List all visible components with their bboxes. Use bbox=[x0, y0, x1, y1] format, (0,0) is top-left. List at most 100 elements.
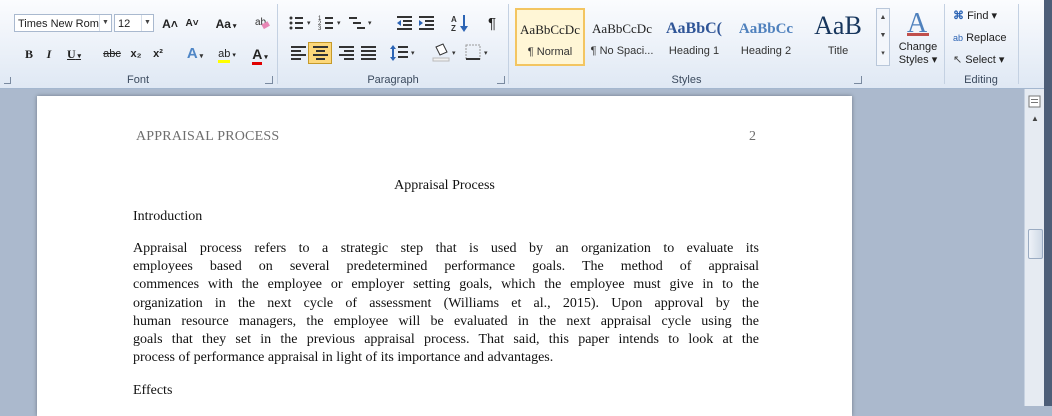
font-size-combo[interactable]: 12 ▼ bbox=[114, 14, 154, 32]
decrease-indent-icon[interactable] bbox=[396, 14, 414, 32]
bullets-icon[interactable]: ▾ bbox=[288, 14, 314, 32]
italic-button[interactable]: I bbox=[40, 43, 58, 63]
font-color-icon: A bbox=[252, 46, 263, 65]
style-preview: AaB bbox=[814, 11, 862, 40]
heading-effects: Effects bbox=[133, 383, 173, 398]
clear-formatting-button[interactable]: ab bbox=[252, 13, 272, 33]
document-title: Appraisal Process bbox=[394, 178, 495, 193]
svg-text:▾: ▾ bbox=[307, 20, 311, 27]
font-group-label: Font bbox=[126, 74, 149, 86]
sort-icon[interactable]: AZ bbox=[450, 13, 470, 33]
binoculars-icon: ⌘ bbox=[953, 10, 964, 22]
font-name-value: Times New Rom bbox=[18, 18, 99, 30]
highlight-button[interactable]: ab ▾ bbox=[212, 43, 242, 63]
style-name: Heading 2 bbox=[740, 45, 792, 57]
show-formatting-button[interactable]: ¶ bbox=[482, 13, 502, 33]
font-name-combo[interactable]: Times New Rom ▼ bbox=[14, 14, 112, 32]
svg-text:3: 3 bbox=[318, 26, 322, 32]
vertical-scrollbar[interactable]: ▲ bbox=[1024, 89, 1045, 406]
shading-icon[interactable]: ▾ bbox=[432, 43, 460, 63]
text-effects-icon: A bbox=[186, 45, 198, 62]
style-name: ¶ No Spaci... bbox=[590, 45, 654, 57]
underline-button[interactable]: U ▾ bbox=[60, 43, 88, 63]
chevron-up-icon[interactable]: ▲ bbox=[877, 9, 889, 27]
line-spacing-icon[interactable]: ▾ bbox=[390, 44, 418, 62]
paragraph-line: goals that they set in the previous appr… bbox=[133, 332, 759, 348]
scroll-up-arrow[interactable]: ▲ bbox=[1029, 113, 1041, 125]
more-styles-icon[interactable]: ▾ bbox=[877, 45, 889, 63]
increase-indent-icon[interactable] bbox=[418, 14, 436, 32]
running-header: APPRAISAL PROCESS bbox=[136, 129, 280, 144]
paragraph-line: human resource managers, the employee wi… bbox=[133, 313, 759, 329]
style-no-spacing[interactable]: AaBbCcDc ¶ No Spaci... bbox=[587, 8, 657, 66]
scrollbar-thumb[interactable] bbox=[1028, 229, 1043, 259]
superscript-button[interactable]: x² bbox=[148, 43, 168, 63]
svg-text:▾: ▾ bbox=[484, 50, 488, 57]
page-number: 2 bbox=[749, 129, 756, 144]
chevron-down-icon[interactable]: ▼ bbox=[99, 15, 111, 31]
align-right-icon[interactable] bbox=[338, 45, 356, 61]
document-page[interactable]: APPRAISAL PROCESS 2 Appraisal Process In… bbox=[37, 96, 852, 416]
style-normal[interactable]: AaBbCcDc ¶ Normal bbox=[515, 8, 585, 66]
style-preview: AaBbC( bbox=[665, 20, 722, 37]
chevron-down-icon[interactable]: ▼ bbox=[877, 27, 889, 45]
select-button[interactable]: ↖ Select ▾ bbox=[953, 52, 1004, 68]
shrink-font-button[interactable]: A˅ bbox=[182, 13, 202, 33]
bold-button[interactable]: B bbox=[20, 43, 38, 63]
paragraph-line: employees based on several predetermined… bbox=[133, 259, 759, 275]
highlight-icon: ab bbox=[218, 48, 231, 63]
subscript-button[interactable]: x₂ bbox=[126, 43, 146, 63]
multilevel-list-icon[interactable]: ▾ bbox=[348, 14, 376, 32]
change-styles-button[interactable]: A Change Styles ▾ bbox=[893, 6, 943, 72]
justify-icon[interactable] bbox=[360, 45, 378, 61]
heading-introduction: Introduction bbox=[133, 209, 203, 224]
align-left-icon[interactable] bbox=[290, 45, 308, 61]
style-heading-2[interactable]: AaBbCc Heading 2 bbox=[731, 8, 801, 66]
editing-group: ⌘ Find ▾ ab Replace ↖ Select ▾ Editing bbox=[945, 0, 1017, 88]
underline-label: U bbox=[67, 47, 76, 61]
gallery-scroll[interactable]: ▲ ▼ ▾ bbox=[876, 8, 890, 66]
style-preview: AaBbCcDc bbox=[520, 22, 580, 37]
styles-group-label: Styles bbox=[671, 74, 702, 86]
body-paragraph: Appraisal process refers to a strategic … bbox=[133, 240, 759, 367]
paragraph-line: Appraisal process refers to a strategic … bbox=[133, 241, 759, 256]
replace-label: Replace bbox=[966, 32, 1007, 44]
select-label: Select ▾ bbox=[965, 54, 1005, 66]
group-divider bbox=[1018, 4, 1019, 84]
chevron-down-icon[interactable]: ▼ bbox=[141, 15, 153, 31]
font-color-button[interactable]: A ▾ bbox=[246, 43, 274, 65]
styles-dialog-launcher[interactable] bbox=[854, 76, 862, 84]
style-name: Title bbox=[827, 45, 849, 57]
cursor-arrow-icon: ↖ bbox=[953, 54, 963, 66]
strikethrough-button[interactable]: abc bbox=[100, 43, 124, 63]
text-effects-button[interactable]: A ▾ bbox=[182, 43, 208, 63]
style-name: Heading 1 bbox=[668, 45, 720, 57]
paragraph-group: ▾ 1 2 3 ▾ ▾ AZ ¶ ▾ ▾ ▾ Paragraph bbox=[278, 0, 508, 88]
style-preview: AaBbCcDc bbox=[592, 21, 652, 36]
align-center-icon bbox=[313, 46, 328, 60]
clipboard-dialog-launcher[interactable] bbox=[4, 77, 11, 84]
style-heading-1[interactable]: AaBbC( Heading 1 bbox=[659, 8, 729, 66]
change-case-button[interactable]: Aa ▾ bbox=[212, 13, 240, 33]
find-label: Find ▾ bbox=[967, 10, 998, 22]
style-preview: AaBbCc bbox=[738, 21, 794, 37]
style-title[interactable]: AaB Title bbox=[803, 8, 873, 66]
ribbon: Times New Rom ▼ 12 ▼ A˄ A˅ Aa ▾ ab B I U… bbox=[0, 0, 1044, 89]
replace-button[interactable]: ab Replace bbox=[953, 30, 1006, 46]
ruler-toggle-icon[interactable] bbox=[1028, 95, 1042, 109]
paragraph-dialog-launcher[interactable] bbox=[497, 76, 505, 84]
align-center-button[interactable] bbox=[308, 42, 332, 64]
styles-gallery: AaBbCcDc ¶ Normal AaBbCcDc ¶ No Spaci...… bbox=[515, 8, 875, 66]
borders-icon[interactable]: ▾ bbox=[464, 43, 492, 63]
editing-group-label: Editing bbox=[964, 74, 998, 86]
numbering-icon[interactable]: 1 2 3 ▾ bbox=[318, 14, 344, 32]
window-edge bbox=[1044, 0, 1052, 406]
find-button[interactable]: ⌘ Find ▾ bbox=[953, 8, 997, 24]
paragraph-line: process of performance appraisal in ligh… bbox=[133, 350, 554, 366]
grow-font-button[interactable]: A˄ bbox=[160, 13, 180, 33]
paragraph-line: organization in the next cycle of assess… bbox=[133, 295, 759, 311]
font-group: Times New Rom ▼ 12 ▼ A˄ A˅ Aa ▾ ab B I U… bbox=[0, 0, 276, 88]
font-dialog-launcher[interactable] bbox=[265, 76, 273, 84]
change-styles-label-1: Change bbox=[898, 41, 938, 53]
svg-text:▾: ▾ bbox=[411, 50, 415, 57]
